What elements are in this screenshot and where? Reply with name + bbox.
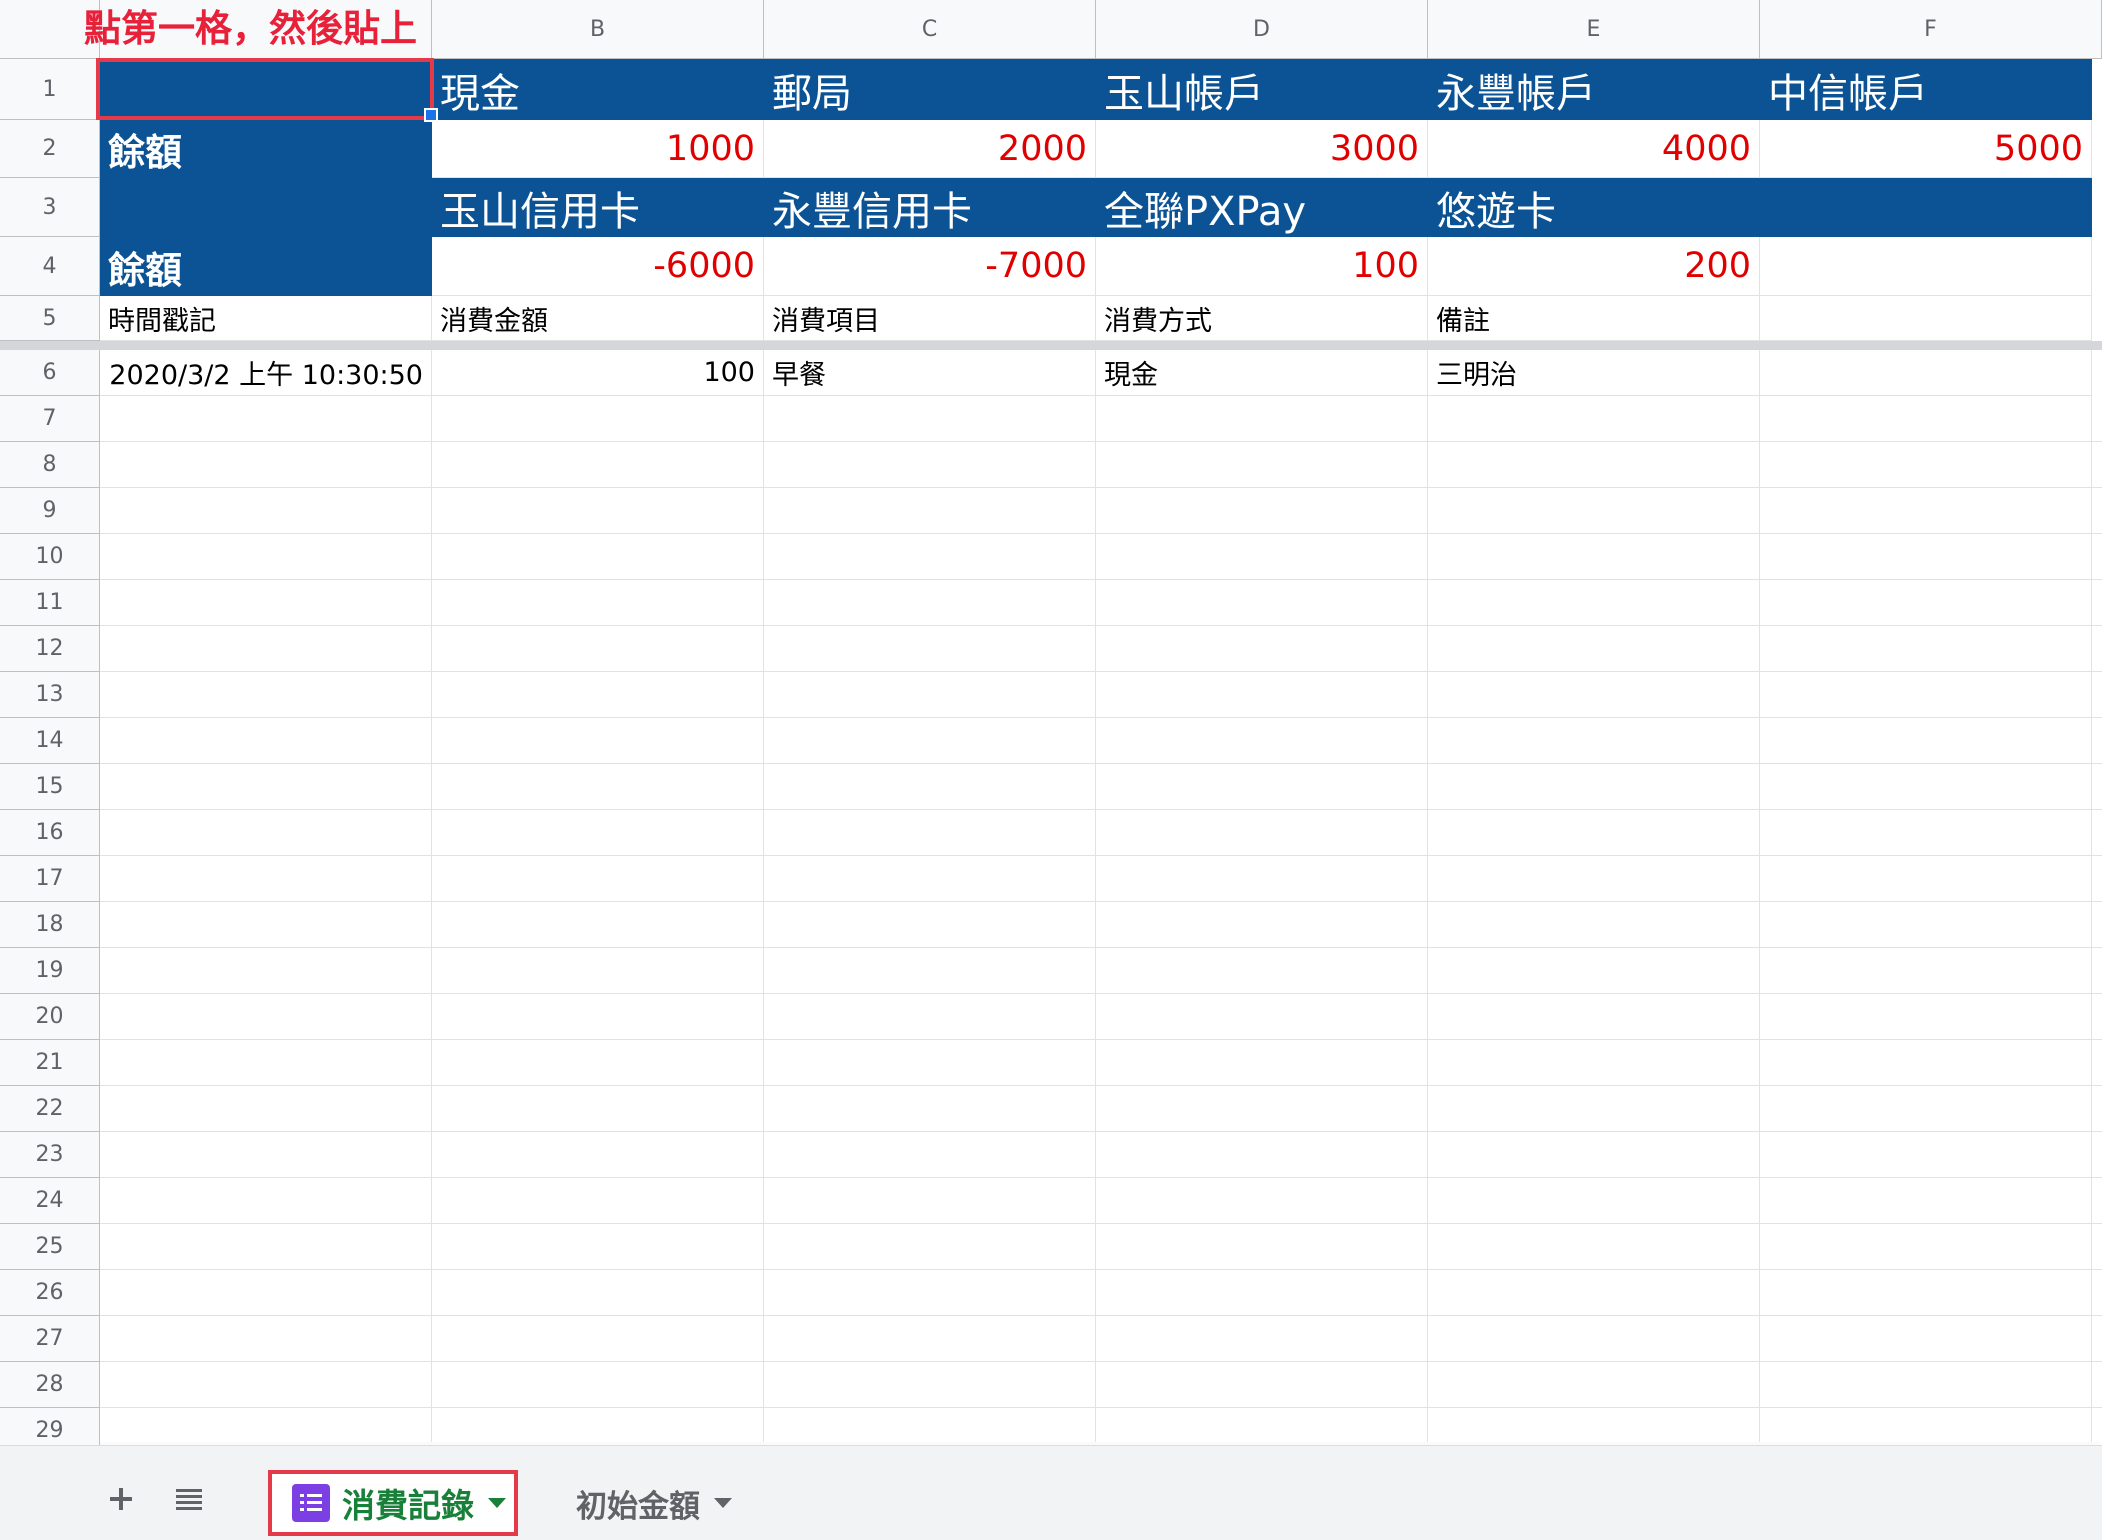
cell-d4[interactable]: 100 [1096, 237, 1428, 296]
row-header-7[interactable]: 7 [0, 396, 100, 442]
sheet-tab-inactive[interactable]: 初始金額 [560, 1470, 760, 1536]
row-header-25[interactable]: 25 [0, 1224, 100, 1270]
row-header-3[interactable]: 3 [0, 178, 100, 237]
row-header-17[interactable]: 17 [0, 856, 100, 902]
row-header-12[interactable]: 12 [0, 626, 100, 672]
sheet-tab-label: 初始金額 [576, 1488, 700, 1525]
row-header-5[interactable]: 5 [0, 296, 100, 341]
cell-e4[interactable]: 200 [1428, 237, 1760, 296]
form-icon [292, 1484, 330, 1522]
row-header-1[interactable]: 1 [0, 59, 100, 120]
cell-f6[interactable] [1760, 350, 2092, 396]
row-header-22[interactable]: 22 [0, 1086, 100, 1132]
row-header-6[interactable]: 6 [0, 350, 100, 396]
cell-d3[interactable]: 全聯PXPay [1096, 178, 1428, 237]
row-header-14[interactable]: 14 [0, 718, 100, 764]
fill-handle[interactable] [424, 108, 438, 122]
chevron-down-icon[interactable] [488, 1498, 506, 1508]
row-header-21[interactable]: 21 [0, 1040, 100, 1086]
cell-f3[interactable] [1760, 178, 2092, 237]
cell-e2[interactable]: 4000 [1428, 120, 1760, 178]
cell-d2[interactable]: 3000 [1096, 120, 1428, 178]
cell-c2[interactable]: 2000 [764, 120, 1096, 178]
cell-b2[interactable]: 1000 [432, 120, 764, 178]
cell-a3[interactable] [100, 178, 432, 237]
cell-a2[interactable]: 餘額 [100, 120, 432, 178]
row-header-13[interactable]: 13 [0, 672, 100, 718]
cell-f5[interactable] [1760, 296, 2092, 341]
cell-c3[interactable]: 永豐信用卡 [764, 178, 1096, 237]
spreadsheet-grid: B C D E F 1 2 3 4 5 6 7 8 9 10 11 12 13 … [0, 0, 2102, 1445]
cell-e1[interactable]: 永豐帳戶 [1428, 59, 1760, 120]
cell-d5[interactable]: 消費方式 [1096, 296, 1428, 341]
cell-b6[interactable]: 100 [432, 350, 764, 396]
row-header-16[interactable]: 16 [0, 810, 100, 856]
row-header-20[interactable]: 20 [0, 994, 100, 1040]
row-header-8[interactable]: 8 [0, 442, 100, 488]
cell-a5[interactable]: 時間戳記 [100, 296, 432, 341]
row-header-23[interactable]: 23 [0, 1132, 100, 1178]
column-header-e[interactable]: E [1428, 0, 1760, 59]
cell-b4[interactable]: -6000 [432, 237, 764, 296]
row-header-11[interactable]: 11 [0, 580, 100, 626]
cell-a4[interactable]: 餘額 [100, 237, 432, 296]
cell-e5[interactable]: 備註 [1428, 296, 1760, 341]
cell-e6[interactable]: 三明治 [1428, 350, 1760, 396]
cell-b3[interactable]: 玉山信用卡 [432, 178, 764, 237]
row-header-10[interactable]: 10 [0, 534, 100, 580]
row-header-4[interactable]: 4 [0, 237, 100, 296]
cell-f1[interactable]: 中信帳戶 [1760, 59, 2092, 120]
sheet-tab-label: 消費記錄 [342, 1486, 474, 1525]
selected-cell-highlight [96, 58, 434, 120]
frozen-rows-divider[interactable] [0, 341, 2102, 350]
row-header-2[interactable]: 2 [0, 120, 100, 178]
cell-d6[interactable]: 現金 [1096, 350, 1428, 396]
all-sheets-icon[interactable] [174, 1484, 204, 1514]
chevron-down-icon[interactable] [714, 1498, 732, 1508]
row-header-26[interactable]: 26 [0, 1270, 100, 1316]
cell-f4[interactable] [1760, 237, 2092, 296]
cell-d1[interactable]: 玉山帳戶 [1096, 59, 1428, 120]
cell-b5[interactable]: 消費金額 [432, 296, 764, 341]
column-header-b[interactable]: B [432, 0, 764, 59]
cell-c1[interactable]: 郵局 [764, 59, 1096, 120]
column-header-c[interactable]: C [764, 0, 1096, 59]
cell-f2[interactable]: 5000 [1760, 120, 2092, 178]
row-header-28[interactable]: 28 [0, 1362, 100, 1408]
row-header-27[interactable]: 27 [0, 1316, 100, 1362]
cell-a6[interactable]: 2020/3/2 上午 10:30:50 [100, 350, 432, 396]
cell-e3[interactable]: 悠遊卡 [1428, 178, 1760, 237]
row-header-29[interactable]: 29 [0, 1408, 100, 1445]
cell-c4[interactable]: -7000 [764, 237, 1096, 296]
row-header-18[interactable]: 18 [0, 902, 100, 948]
instruction-annotation: 點第一格，然後貼上 [84, 7, 417, 50]
row-header-19[interactable]: 19 [0, 948, 100, 994]
row-header-15[interactable]: 15 [0, 764, 100, 810]
cell-b1[interactable]: 現金 [432, 59, 764, 120]
cell-c5[interactable]: 消費項目 [764, 296, 1096, 341]
cell-c6[interactable]: 早餐 [764, 350, 1096, 396]
row-header-24[interactable]: 24 [0, 1178, 100, 1224]
column-header-f[interactable]: F [1760, 0, 2102, 59]
column-header-d[interactable]: D [1096, 0, 1428, 59]
empty-grid-body[interactable] [100, 396, 2102, 1445]
sheet-tab-active[interactable]: 消費記錄 [268, 1470, 518, 1536]
add-sheet-icon[interactable] [106, 1484, 136, 1514]
row-header-9[interactable]: 9 [0, 488, 100, 534]
